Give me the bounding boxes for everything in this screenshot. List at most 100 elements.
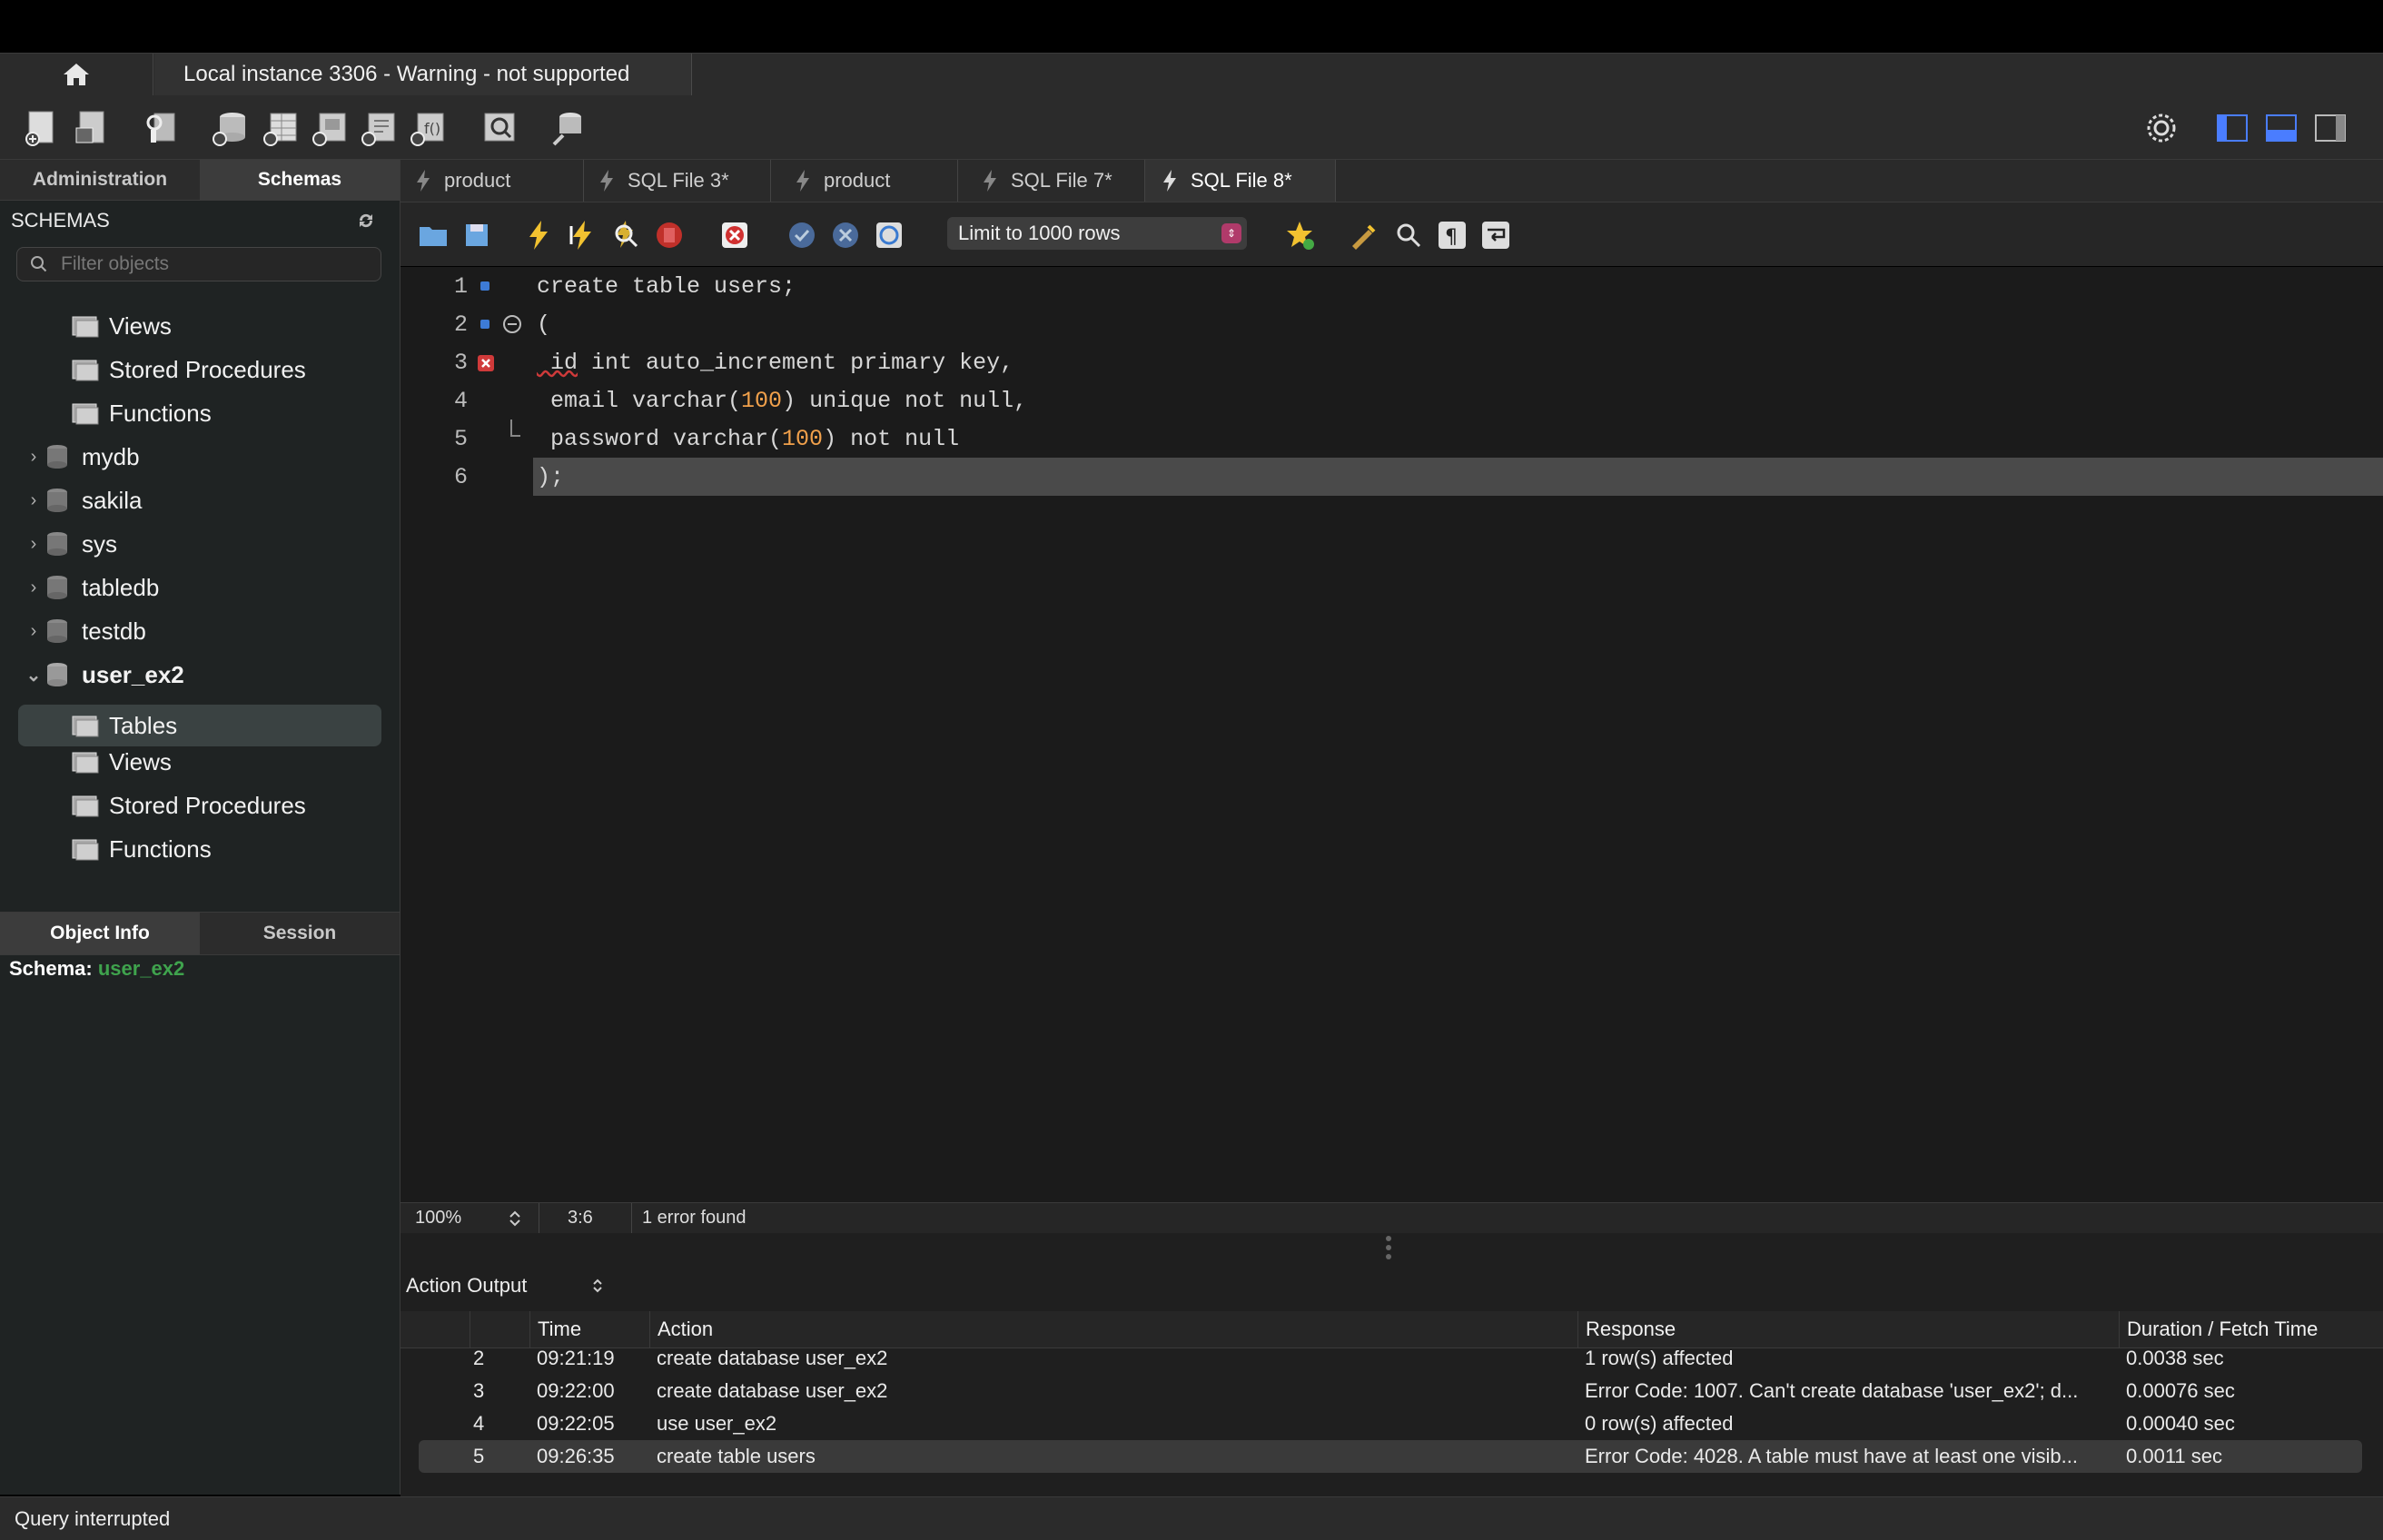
limit-rows-select[interactable]: Limit to 1000 rows ⇕	[947, 217, 1247, 250]
new-sql-tab-icon[interactable]	[22, 108, 62, 148]
toggle-secondary-sidebar-icon[interactable]	[2310, 108, 2350, 148]
divider	[631, 1203, 632, 1234]
schema-testdb[interactable]: › testdb	[22, 610, 146, 652]
execute-icon[interactable]	[522, 219, 555, 252]
create-table-icon[interactable]	[262, 108, 302, 148]
tab-product[interactable]: product	[400, 160, 584, 202]
error-marker-icon[interactable]	[477, 354, 495, 372]
filter-objects-input[interactable]	[59, 252, 371, 276]
find-icon[interactable]	[1392, 219, 1425, 252]
schema-label: sakila	[82, 486, 143, 514]
create-view-icon[interactable]	[311, 108, 351, 148]
inspector-icon[interactable]	[142, 108, 182, 148]
output-selector[interactable]: Action Output	[400, 1269, 860, 1302]
row-action: create database user_ex2	[657, 1379, 888, 1402]
row-duration: 0.0038 sec	[2126, 1349, 2224, 1369]
schema-sakila[interactable]: › sakila	[22, 479, 143, 521]
code-token: int auto_increment primary key,	[578, 349, 1014, 376]
open-sql-script-icon[interactable]	[73, 108, 113, 148]
auto-commit-icon[interactable]	[873, 219, 905, 252]
output-row[interactable]: ✓ 2 09:21:19 create database user_ex2 1 …	[419, 1349, 2362, 1375]
output-row[interactable]: ✕ 3 09:22:00 create database user_ex2 Er…	[419, 1375, 2362, 1407]
zoom-stepper-icon[interactable]	[506, 1209, 524, 1229]
refresh-icon[interactable]	[356, 211, 376, 231]
invisible-characters-icon[interactable]: ¶	[1436, 219, 1468, 252]
toggle-sidebar-icon[interactable]	[2212, 108, 2252, 148]
output-row-selected[interactable]: ✕ 5 09:26:35 create table users Error Co…	[419, 1440, 2362, 1473]
tree-item-label: Views	[109, 747, 172, 775]
tree-item-views[interactable]: Views	[71, 305, 172, 347]
settings-icon[interactable]	[2141, 108, 2181, 148]
column-time[interactable]: Time	[529, 1311, 649, 1348]
schema-user-ex2[interactable]: ⌄ user_ex2	[22, 654, 184, 696]
column-response[interactable]: Response	[1577, 1311, 2117, 1348]
navigator-tabs: Administration Schemas	[0, 160, 400, 201]
connection-tab[interactable]: Local instance 3306 - Warning - not supp…	[154, 54, 692, 95]
toggle-stop-on-error-icon[interactable]	[718, 219, 751, 252]
chevron-right-icon[interactable]: ›	[22, 447, 45, 468]
create-schema-icon[interactable]	[211, 108, 251, 148]
column-action[interactable]: Action	[649, 1311, 1570, 1348]
tree-item-stored-procedures[interactable]: Stored Procedures	[71, 349, 306, 390]
schema-sys[interactable]: › sys	[22, 523, 117, 565]
code-line: 3 id int auto_increment primary key,	[400, 343, 2383, 381]
resize-handle-icon[interactable]	[1384, 1233, 1393, 1262]
tree-item-functions[interactable]: Functions	[71, 392, 212, 434]
search-table-data-icon[interactable]	[480, 108, 519, 148]
explain-icon[interactable]	[609, 219, 642, 252]
add-snippet-icon[interactable]	[1283, 219, 1316, 252]
chevron-right-icon[interactable]: ›	[22, 578, 45, 598]
rollback-icon[interactable]	[829, 219, 862, 252]
tab-administration[interactable]: Administration	[0, 160, 200, 200]
tab-schemas[interactable]: Schemas	[200, 160, 400, 200]
schema-tabledb[interactable]: › tabledb	[22, 567, 160, 608]
home-button[interactable]	[0, 54, 153, 95]
create-function-icon[interactable]: f()	[409, 108, 449, 148]
tab-session[interactable]: Session	[200, 913, 400, 954]
lightning-icon	[984, 170, 996, 192]
app-status-bar: Query interrupted	[0, 1496, 2383, 1540]
chevron-down-icon[interactable]: ⌄	[22, 664, 45, 686]
tab-sql-file-7[interactable]: SQL File 7*	[958, 160, 1145, 202]
save-icon[interactable]	[460, 219, 493, 252]
create-procedure-icon[interactable]	[360, 108, 400, 148]
chevron-right-icon[interactable]: ›	[22, 621, 45, 642]
database-icon	[47, 532, 67, 556]
tree-item-functions[interactable]: Functions	[71, 828, 212, 870]
row-duration: 0.00040 sec	[2126, 1412, 2235, 1435]
column-duration[interactable]: Duration / Fetch Time	[2119, 1311, 2383, 1348]
tree-item-views[interactable]: Views	[71, 741, 172, 783]
beautify-icon[interactable]	[1349, 219, 1381, 252]
database-icon	[47, 663, 67, 686]
sql-editor[interactable]: 1 create table users; 2 ( 3 id int auto_…	[400, 267, 2383, 1202]
tab-sql-file-3[interactable]: SQL File 3*	[584, 160, 771, 202]
code-token: password varchar(	[537, 425, 783, 452]
commit-icon[interactable]	[786, 219, 818, 252]
stop-icon[interactable]	[653, 219, 686, 252]
reconnect-icon[interactable]	[549, 108, 588, 148]
home-icon	[64, 64, 89, 85]
tab-label: SQL File 3*	[628, 169, 729, 192]
execute-current-statement-icon[interactable]	[566, 219, 598, 252]
schemas-header: SCHEMAS	[0, 200, 400, 242]
filter-objects-field[interactable]	[16, 247, 381, 281]
zoom-level[interactable]: 100%	[415, 1208, 461, 1229]
tab-product-2[interactable]: product	[771, 160, 958, 202]
word-wrap-icon[interactable]	[1479, 219, 1512, 252]
tab-object-info[interactable]: Object Info	[0, 913, 200, 954]
chevron-updown-icon: ⇕	[1221, 223, 1241, 243]
schema-mydb[interactable]: › mydb	[22, 436, 140, 478]
chevron-right-icon[interactable]: ›	[22, 534, 45, 555]
line-number: 1	[453, 272, 468, 300]
fold-collapse-icon[interactable]	[502, 314, 522, 334]
chevron-right-icon[interactable]: ›	[22, 490, 45, 511]
output-row[interactable]: ✓ 4 09:22:05 use user_ex2 0 row(s) affec…	[419, 1407, 2362, 1440]
editor-status-bar: 100% 3:6 1 error found	[400, 1202, 2383, 1234]
code-text: password varchar(100) not null	[533, 420, 2383, 458]
tree-item-stored-procedures[interactable]: Stored Procedures	[71, 785, 306, 826]
schema-info-value: user_ex2	[97, 957, 185, 980]
open-folder-icon[interactable]	[417, 219, 450, 252]
tab-sql-file-8[interactable]: SQL File 8*	[1145, 160, 1336, 202]
database-icon	[47, 576, 67, 599]
toggle-output-panel-icon[interactable]	[2261, 108, 2301, 148]
